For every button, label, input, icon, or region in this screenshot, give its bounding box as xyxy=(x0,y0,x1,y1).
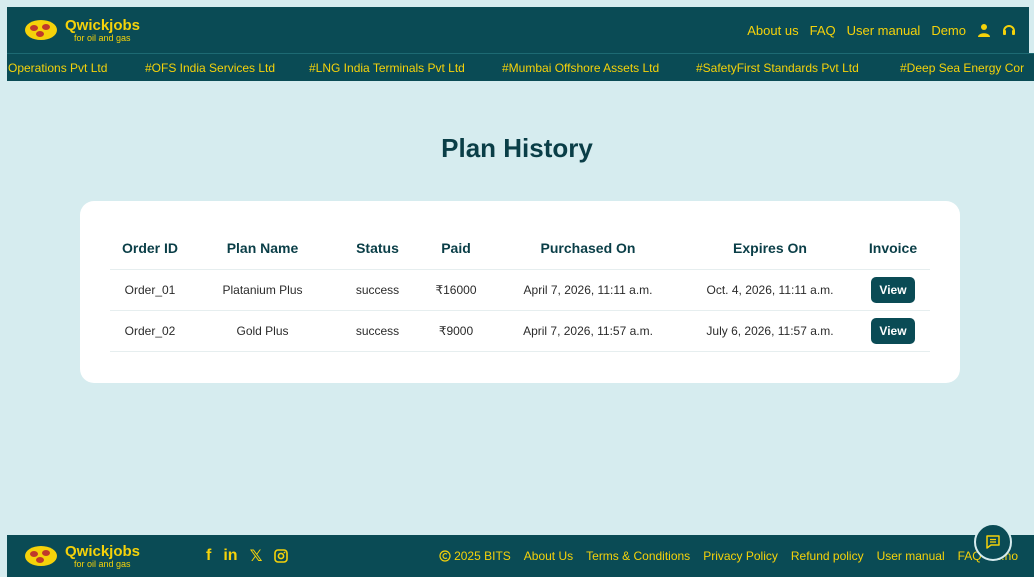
table-row: Order_01 Platanium Plus success ₹16000 A… xyxy=(110,268,930,310)
cell-plan-name: Platanium Plus xyxy=(190,268,335,310)
logo-icon xyxy=(25,546,57,566)
cell-status: success xyxy=(335,309,420,352)
header-invoice: Invoice xyxy=(868,239,918,256)
footer-refund-link[interactable]: Refund policy xyxy=(791,549,864,563)
nav-faq-link[interactable]: FAQ xyxy=(810,23,836,38)
instagram-icon[interactable] xyxy=(274,549,289,563)
cell-purchased-on: April 7, 2026, 11:11 a.m. xyxy=(492,268,684,310)
table-row: Order_02 Gold Plus success ₹9000 April 7… xyxy=(110,309,930,352)
ticker-item[interactable]: #SafetyFirst Standards Pvt Ltd xyxy=(696,61,859,75)
footer: Qwickjobs for oil and gas f in 𝕏 2025 BI… xyxy=(7,535,1034,577)
brand-logo[interactable]: Qwickjobs for oil and gas xyxy=(24,18,140,43)
ticker-item[interactable]: #LNG India Terminals Pvt Ltd xyxy=(309,61,465,75)
copyright: 2025 BITS xyxy=(439,549,511,563)
ticker-item[interactable]: #Mumbai Offshore Assets Ltd xyxy=(502,61,659,75)
user-icon[interactable] xyxy=(977,23,991,37)
copyright-text: 2025 BITS xyxy=(454,549,511,563)
chat-icon xyxy=(986,535,1000,549)
brand-title: Qwickjobs xyxy=(65,16,141,34)
cell-order-id: Order_01 xyxy=(110,268,190,310)
cell-expires-on: July 6, 2026, 11:57 a.m. xyxy=(684,309,856,352)
table-header-row: Order ID Plan Name Status Paid Purchased… xyxy=(110,227,930,269)
footer-terms-link[interactable]: Terms & Conditions xyxy=(586,549,690,563)
nav-about-link[interactable]: About us xyxy=(747,23,798,38)
linkedin-icon[interactable]: in xyxy=(223,547,237,565)
logo-icon xyxy=(25,20,57,40)
header-status: Status xyxy=(356,239,399,256)
footer-privacy-link[interactable]: Privacy Policy xyxy=(703,549,778,563)
footer-brand-title: Qwickjobs xyxy=(65,542,141,560)
header-expires-on: Expires On xyxy=(733,239,807,256)
ticker-item[interactable]: #OFS India Services Ltd xyxy=(145,61,275,75)
header-plan-name: Plan Name xyxy=(226,239,299,256)
view-invoice-button[interactable]: View xyxy=(871,276,915,303)
nav-user-manual-link[interactable]: User manual xyxy=(847,23,921,38)
facebook-icon[interactable]: f xyxy=(206,547,211,565)
social-links: f in 𝕏 xyxy=(206,546,289,566)
cell-plan-name: Gold Plus xyxy=(190,309,335,352)
header-paid: Paid xyxy=(441,239,471,256)
cell-order-id: Order_02 xyxy=(110,309,190,352)
header-order-id: Order ID xyxy=(121,239,178,256)
cell-expires-on: Oct. 4, 2026, 11:11 a.m. xyxy=(684,268,856,310)
footer-brand-subtitle: for oil and gas xyxy=(74,558,131,569)
cell-paid: ₹9000 xyxy=(420,309,492,352)
view-invoice-button[interactable]: View xyxy=(871,317,915,344)
ticker-item[interactable]: Operations Pvt Ltd xyxy=(8,61,107,75)
cell-status: success xyxy=(335,268,420,310)
footer-user-manual-link[interactable]: User manual xyxy=(877,549,945,563)
headset-icon[interactable] xyxy=(1002,23,1016,37)
x-icon[interactable]: 𝕏 xyxy=(250,546,263,566)
company-ticker: Operations Pvt Ltd #OFS India Services L… xyxy=(7,53,1034,81)
copyright-icon xyxy=(439,550,451,562)
cell-paid: ₹16000 xyxy=(420,268,492,310)
header-purchased-on: Purchased On xyxy=(540,239,636,256)
footer-links: 2025 BITS About Us Terms & Conditions Pr… xyxy=(439,549,1018,563)
plan-history-table: Order ID Plan Name Status Paid Purchased… xyxy=(110,227,930,352)
nav-demo-link[interactable]: Demo xyxy=(931,23,966,38)
footer-about-link[interactable]: About Us xyxy=(524,549,573,563)
cell-purchased-on: April 7, 2026, 11:57 a.m. xyxy=(492,309,684,352)
top-navbar: Qwickjobs for oil and gas About us FAQ U… xyxy=(7,7,1029,53)
brand-subtitle: for oil and gas xyxy=(74,32,131,43)
ticker-item[interactable]: #Deep Sea Energy Cor xyxy=(900,61,1024,75)
plan-history-card: Order ID Plan Name Status Paid Purchased… xyxy=(80,201,960,383)
cell-invoice: View xyxy=(856,268,930,310)
footer-brand-logo[interactable]: Qwickjobs for oil and gas xyxy=(24,544,140,569)
chat-button[interactable] xyxy=(974,523,1012,561)
page-title: Plan History xyxy=(441,133,593,163)
nav-links: About us FAQ User manual Demo xyxy=(747,23,1016,38)
cell-invoice: View xyxy=(856,309,930,352)
